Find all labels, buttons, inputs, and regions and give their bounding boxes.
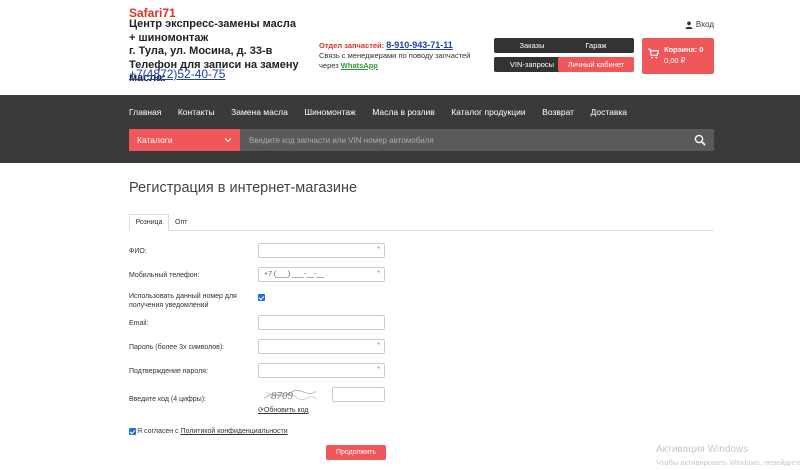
menu-item-bulk-oil[interactable]: Масла в розлив [372, 107, 434, 117]
catalogs-dropdown[interactable]: Каталоги [129, 129, 240, 151]
login-link[interactable]: Вход [685, 20, 714, 29]
email-field[interactable] [258, 315, 385, 330]
refresh-label: Обновить код [263, 407, 309, 414]
cart-button[interactable]: Корзина: 0 0,00 ₽ [642, 38, 714, 74]
captcha-text: 8709 [271, 390, 294, 402]
confirm-password-label: Подтверждение пароля: [129, 368, 208, 375]
shop-info-line: Центр экспресс-замены масла [129, 18, 297, 30]
chevron-down-icon [224, 138, 232, 143]
agree-checkbox[interactable] [129, 428, 136, 435]
use-number-line: Использовать данный номер для [129, 293, 237, 300]
required-mark: * [377, 366, 380, 373]
mobile-field[interactable]: +7 (___) ___-__-__ * [258, 267, 385, 282]
parts-info-via: через [319, 61, 339, 70]
personal-cabinet-button[interactable]: Личный кабинет [558, 57, 634, 72]
search-icon[interactable] [694, 134, 706, 146]
customer-type-tabs: Розница Опт [129, 214, 714, 231]
privacy-policy-link[interactable]: Политикой конфиденциальности [181, 428, 288, 435]
menu-item-home[interactable]: Главная [129, 107, 161, 117]
windows-watermark-text: Чтобы активировать Windows, перейдите [656, 458, 800, 467]
captcha-input[interactable] [332, 387, 385, 402]
use-number-checkbox[interactable] [258, 294, 265, 301]
fio-field[interactable]: * [258, 243, 385, 258]
agree-text: Я согласен с Политикой конфиденциальност… [137, 428, 288, 435]
mobile-label: Мобильный телефон: [129, 272, 200, 279]
required-mark: * [377, 246, 380, 253]
garage-button[interactable]: Гараж [558, 38, 634, 53]
menu-item-delivery[interactable]: Доставка [591, 107, 628, 117]
parts-info: Связь с менеджерами по поводу запчастей [319, 51, 471, 60]
refresh-captcha-link[interactable]: ⟳Обновить код [258, 406, 308, 414]
main-menu: Главная Контакты Замена масла Шиномонтаж… [129, 107, 644, 117]
code-label: Введите код (4 цифры): [129, 396, 206, 403]
windows-watermark-title: Активация Windows [656, 444, 749, 455]
password-label: Пароль (более 3х символов): [129, 344, 225, 351]
search-placeholder: Введите код запчасти или VIN номер автом… [249, 135, 434, 145]
menu-item-catalog[interactable]: Каталог продукции [451, 107, 525, 117]
menu-item-tire-service[interactable]: Шиномонтаж [304, 107, 355, 117]
login-label: Вход [695, 20, 714, 29]
confirm-password-field[interactable]: * [258, 363, 385, 378]
required-mark: * [377, 270, 380, 277]
agree-prefix: Я согласен с [137, 428, 179, 435]
tab-retail[interactable]: Розница [129, 214, 169, 231]
menu-item-returns[interactable]: Возврат [542, 107, 574, 117]
email-label: Email: [129, 320, 149, 327]
user-icon [685, 21, 693, 29]
use-number-line: получения уведомлений [129, 302, 209, 309]
shop-info-line: + шиномонтаж [129, 31, 209, 44]
parts-label: Отдел запчастей: [319, 41, 385, 50]
password-field[interactable]: * [258, 339, 385, 354]
parts-contact: Отдел запчастей: 8-910-943-71-11 Связь с… [319, 40, 489, 71]
required-mark: * [377, 342, 380, 349]
menu-item-contacts[interactable]: Контакты [178, 107, 215, 117]
fio-label: ФИО: [129, 248, 147, 255]
whatsapp-link[interactable]: WhatsApp [341, 61, 378, 70]
mobile-value: +7 (___) ___-__-__ [264, 271, 325, 278]
top-header: Safari71 Центр экспресс-замены масла + ш… [0, 0, 800, 95]
shop-phone-link[interactable]: +7(4872)52-40-75 [129, 67, 225, 81]
cart-icon [648, 48, 659, 59]
menu-item-oil-change[interactable]: Замена масла [231, 107, 288, 117]
tab-wholesale[interactable]: Опт [169, 214, 193, 231]
shop-info-line: г. Тула, ул. Мосина, д. 33-в [129, 45, 273, 57]
cart-sum: 0,00 ₽ [664, 56, 686, 65]
cart-title: Корзина: 0 [664, 45, 704, 54]
continue-button[interactable]: Продолжить [326, 445, 386, 460]
search-input[interactable]: Введите код запчасти или VIN номер автом… [240, 129, 714, 151]
captcha-image: 8709 [263, 390, 317, 402]
parts-phone-link[interactable]: 8-910-943-71-11 [386, 40, 453, 50]
navigation-band: Главная Контакты Замена масла Шиномонтаж… [0, 95, 800, 163]
use-number-label: Использовать данный номер для получения … [129, 292, 237, 310]
catalogs-label: Каталоги [137, 135, 173, 145]
page-title: Регистрация в интернет-магазине [129, 180, 358, 196]
